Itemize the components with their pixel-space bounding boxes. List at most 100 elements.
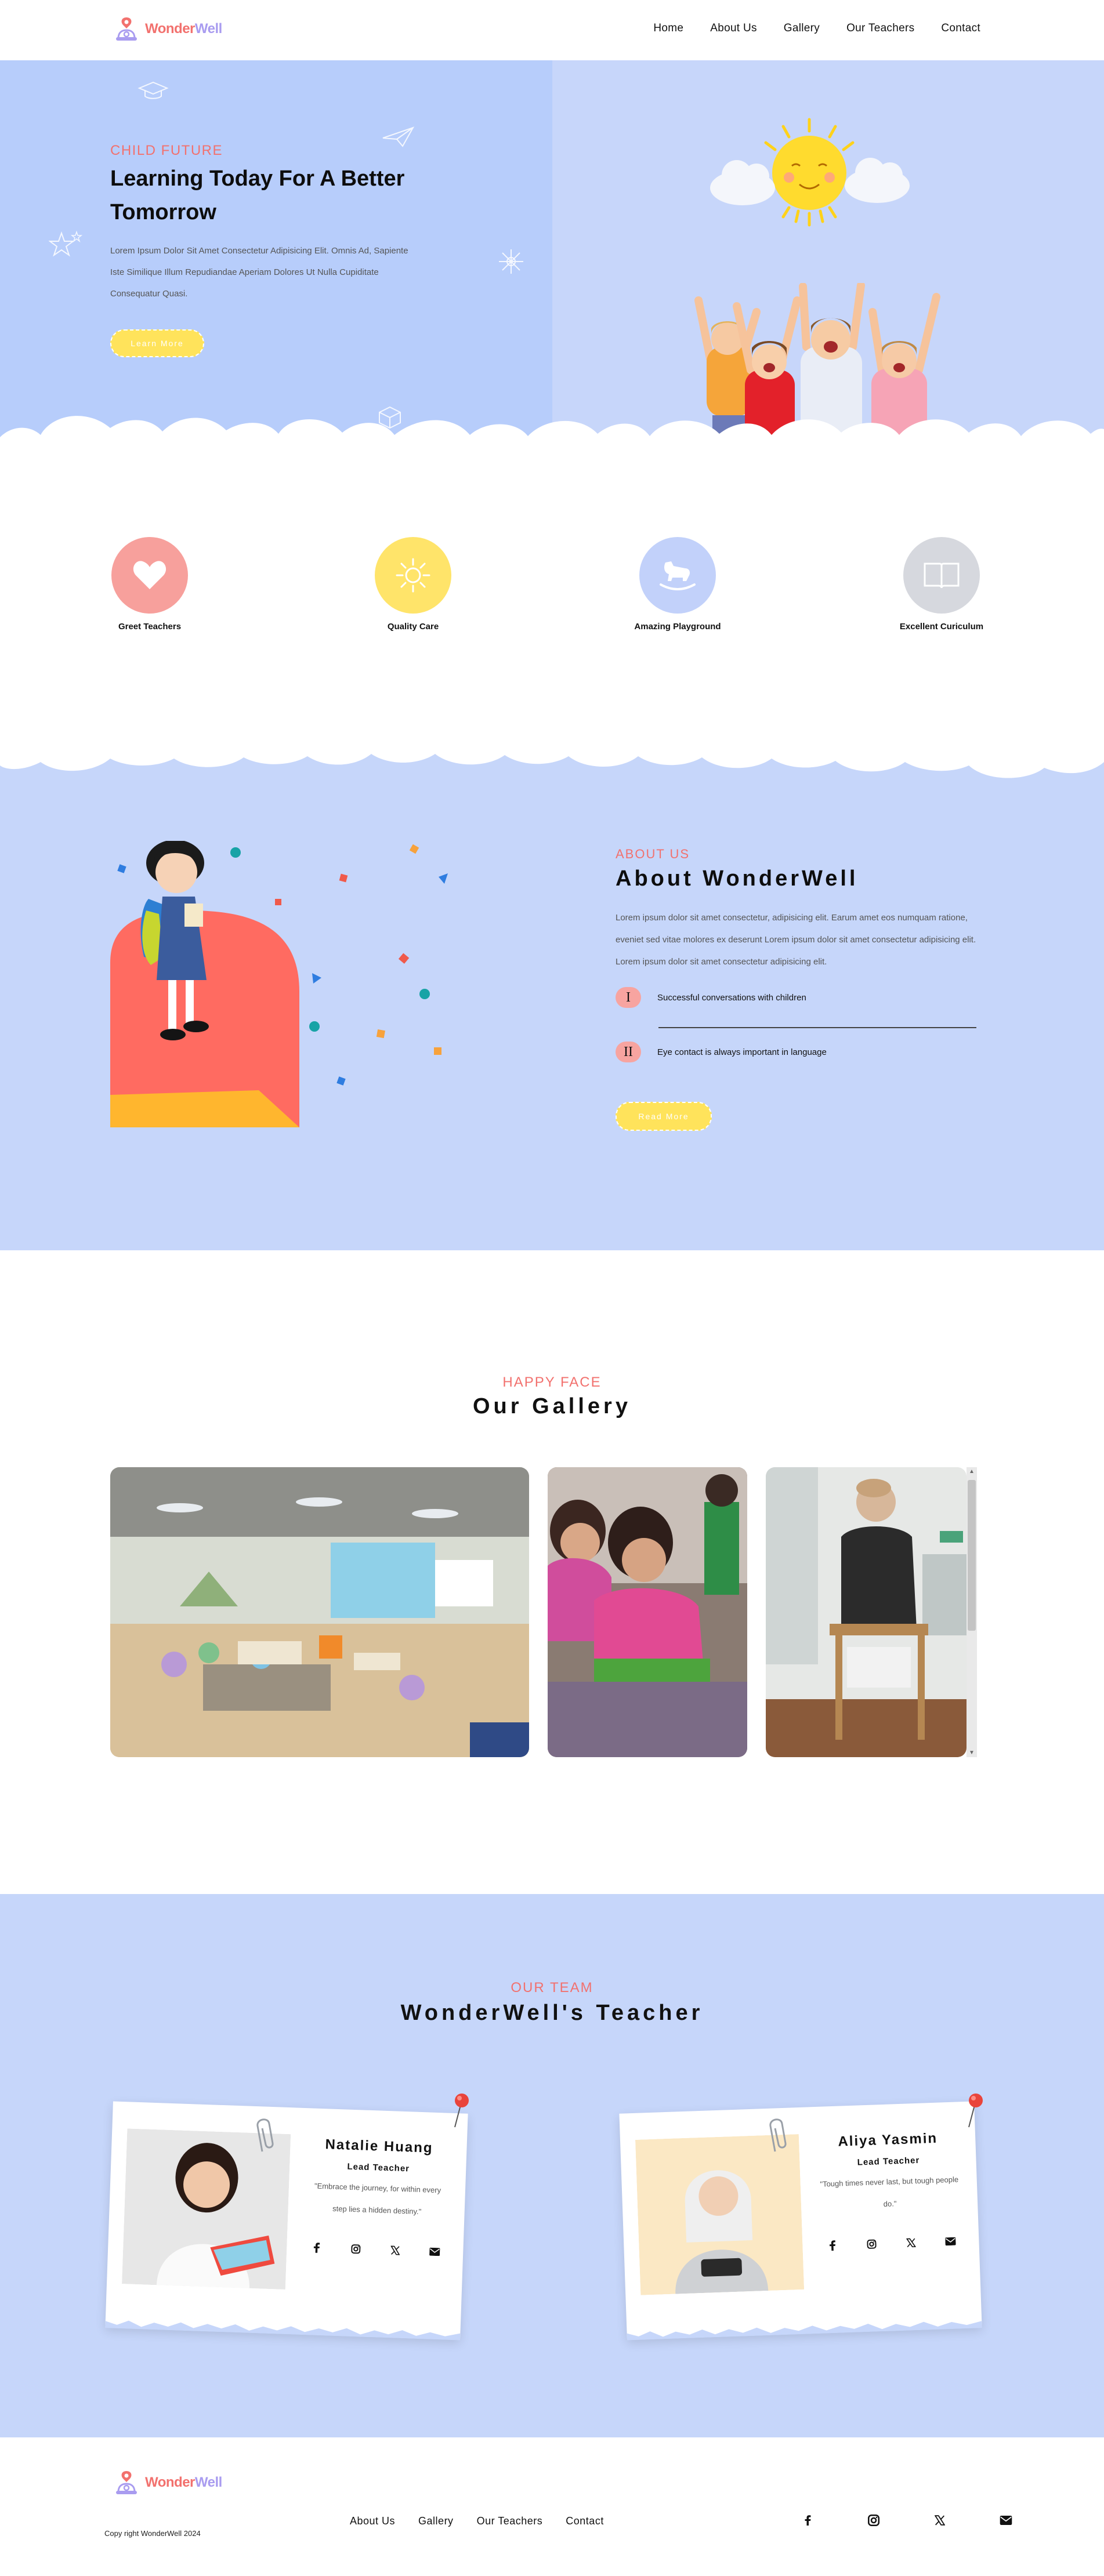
feature-label: Amazing Playground xyxy=(634,622,721,632)
classroom-photo xyxy=(110,1467,529,1757)
logo-text: WonderWell xyxy=(145,2475,222,2490)
feature-amazing-playground: Amazing Playground xyxy=(620,537,736,632)
about-section: ABOUT US About WonderWell Lorem ipsum do… xyxy=(0,710,1104,1250)
instagram-icon[interactable] xyxy=(863,2235,881,2253)
roman-numeral-badge: I xyxy=(616,987,641,1008)
footer-link-our-teachers[interactable]: Our Teachers xyxy=(477,2515,543,2527)
teacher-role: Lead Teacher xyxy=(857,2155,920,2168)
footer-logo[interactable]: WonderWell xyxy=(110,2466,222,2499)
torn-paper-edge xyxy=(627,2321,982,2341)
hero-eyebrow: CHILD FUTURE xyxy=(110,143,223,158)
logo-icon xyxy=(116,2471,137,2494)
facebook-icon[interactable] xyxy=(799,2512,816,2529)
nav-contact[interactable]: Contact xyxy=(941,22,980,35)
instagram-icon[interactable] xyxy=(865,2512,882,2529)
graduation-cap-doodle-icon xyxy=(137,81,169,99)
feature-label: Greet Teachers xyxy=(118,622,182,632)
teacher-socials xyxy=(809,2232,973,2255)
logo-text: WonderWell xyxy=(145,21,222,37)
child-reading-photo xyxy=(766,1467,967,1757)
top-navigation: WonderWell Home About Us Gallery Our Tea… xyxy=(0,0,1104,60)
hero-description: Lorem Ipsum Dolor Sit Amet Consectetur A… xyxy=(110,246,408,299)
hero-section: CHILD FUTURE Learning Today For A Better… xyxy=(0,60,1104,466)
footer-link-gallery[interactable]: Gallery xyxy=(418,2515,454,2527)
learn-more-button[interactable]: Learn More xyxy=(110,329,204,357)
teacher-quote: "Tough times never last, but tough peopl… xyxy=(820,2175,959,2208)
feature-circle xyxy=(375,537,451,614)
about-cloud-divider xyxy=(0,710,1104,778)
feature-circle xyxy=(903,537,980,614)
red-pin-icon xyxy=(968,2094,983,2128)
mail-icon[interactable] xyxy=(426,2243,444,2261)
feature-circle xyxy=(111,537,188,614)
footer-socials xyxy=(799,2512,1015,2529)
feature-label: Quality Care xyxy=(387,622,439,632)
feature-circle xyxy=(639,537,716,614)
x-icon[interactable] xyxy=(386,2241,404,2259)
mail-icon[interactable] xyxy=(997,2512,1015,2529)
sun-icon xyxy=(396,558,430,593)
footer-link-about-us[interactable]: About Us xyxy=(350,2515,395,2527)
paper-plane-doodle-icon xyxy=(382,126,415,147)
nav-our-teachers[interactable]: Our Teachers xyxy=(846,22,914,35)
teacher-role: Lead Teacher xyxy=(347,2161,410,2174)
copyright-text: Copy right WonderWell 2024 xyxy=(104,2529,201,2538)
teacher-name: Natalie Huang xyxy=(325,2136,433,2156)
rocking-horse-icon xyxy=(660,561,696,590)
teacher-name: Aliya Yasmin xyxy=(837,2130,938,2150)
gallery-image-kids-playing[interactable] xyxy=(548,1467,747,1757)
feature-greet-teachers: Greet Teachers xyxy=(92,537,208,632)
team-eyebrow: OUR TEAM xyxy=(511,1980,593,1996)
facebook-icon[interactable] xyxy=(823,2237,841,2255)
about-title: About WonderWell xyxy=(616,866,859,891)
teacher-quote: "Embrace the journey, for within every s… xyxy=(314,2181,441,2216)
features-section: Greet Teachers Quality Care Amazing Play… xyxy=(0,466,1104,710)
hero-cloud-divider xyxy=(0,416,1104,466)
about-point-1: I Successful conversations with children xyxy=(616,987,806,1008)
teacher-info: Natalie Huang Lead Teacher "Embrace the … xyxy=(294,2136,461,2262)
facebook-icon[interactable] xyxy=(307,2238,325,2256)
red-pin-icon xyxy=(454,2094,469,2128)
smiling-sun-illustration xyxy=(710,118,910,227)
stars-doodle-icon xyxy=(49,230,82,257)
paperclip-icon xyxy=(256,2118,274,2152)
scroll-down-icon[interactable]: ▼ xyxy=(969,1750,975,1756)
gallery-section: HAPPY FACE Our Gallery ▲ ▼ xyxy=(0,1250,1104,1894)
nav-menu: Home About Us Gallery Our Teachers Conta… xyxy=(653,22,980,35)
divider xyxy=(658,1027,976,1028)
site-logo[interactable]: WonderWell xyxy=(110,13,222,45)
footer-link-contact[interactable]: Contact xyxy=(566,2515,604,2527)
nav-about-us[interactable]: About Us xyxy=(710,22,757,35)
instagram-icon[interactable] xyxy=(347,2240,365,2258)
gallery-image-classroom[interactable] xyxy=(110,1467,529,1757)
mail-icon[interactable] xyxy=(942,2232,960,2250)
x-icon[interactable] xyxy=(902,2234,920,2252)
roman-numeral-badge: II xyxy=(616,1042,641,1062)
kids-playing-photo xyxy=(548,1467,747,1757)
scroll-up-icon[interactable]: ▲ xyxy=(969,1468,975,1475)
teacher-photo xyxy=(635,2134,805,2295)
footer-nav: About Us Gallery Our Teachers Contact xyxy=(350,2515,604,2527)
snowflake-doodle-icon xyxy=(499,249,523,274)
scroll-thumb[interactable] xyxy=(968,1480,976,1631)
nav-gallery[interactable]: Gallery xyxy=(784,22,820,35)
gallery-scrollbar[interactable]: ▲ ▼ xyxy=(967,1467,977,1757)
nav-home[interactable]: Home xyxy=(653,22,683,35)
gallery-eyebrow: HAPPY FACE xyxy=(502,1374,602,1390)
paperclip-icon xyxy=(769,2118,787,2152)
about-eyebrow: ABOUT US xyxy=(616,847,690,861)
team-title: WonderWell's Teacher xyxy=(400,2001,704,2025)
logo-icon xyxy=(116,17,137,41)
teacher-socials xyxy=(294,2238,458,2261)
torn-paper-edge xyxy=(105,2320,461,2341)
feature-quality-care: Quality Care xyxy=(355,537,471,632)
heart-icon xyxy=(133,561,166,589)
read-more-button[interactable]: Read More xyxy=(616,1102,712,1131)
gallery-title: Our Gallery xyxy=(473,1394,631,1418)
gallery-image-child-reading[interactable] xyxy=(766,1467,967,1757)
teacher-card-aliya[interactable]: Aliya Yasmin Lead Teacher "Tough times n… xyxy=(619,2101,982,2341)
team-section: OUR TEAM WonderWell's Teacher Natalie Hu… xyxy=(0,1894,1104,2437)
x-icon[interactable] xyxy=(931,2512,949,2529)
about-point-text: Eye contact is always important in langu… xyxy=(657,1047,827,1057)
teacher-card-natalie[interactable]: Natalie Huang Lead Teacher "Embrace the … xyxy=(105,2101,468,2341)
